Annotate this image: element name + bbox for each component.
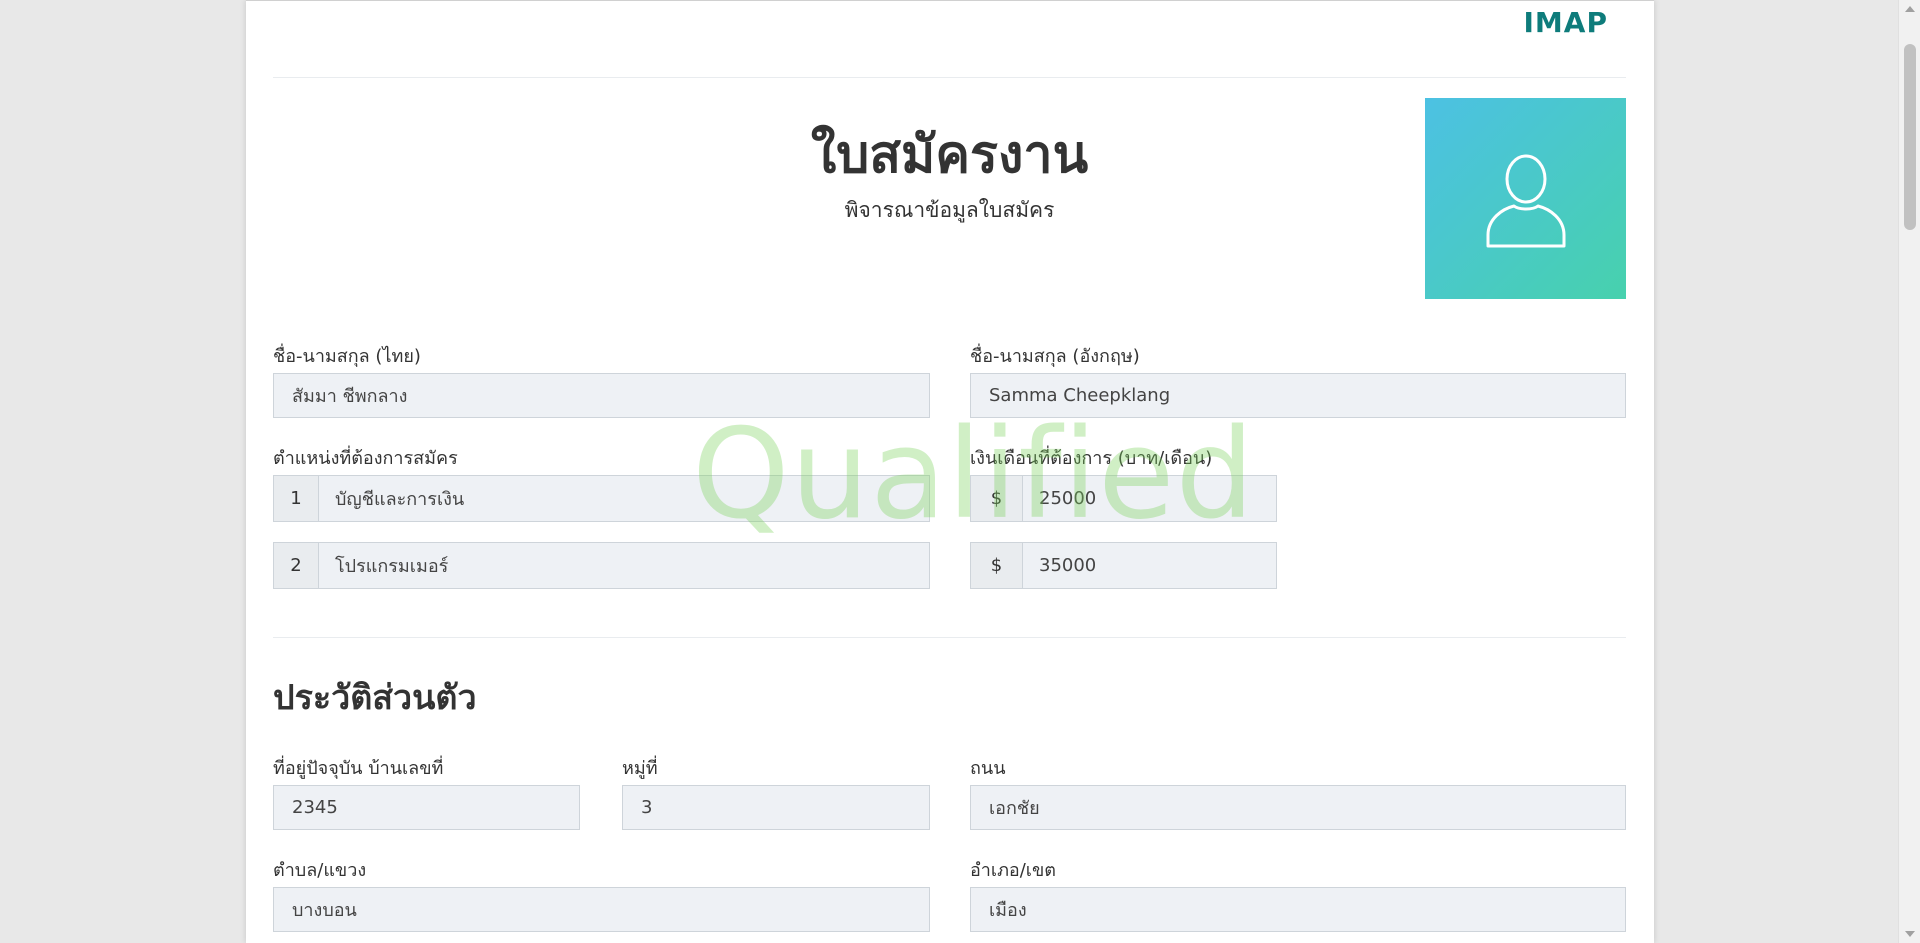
vertical-scrollbar[interactable] bbox=[1898, 0, 1920, 943]
name-th-field[interactable]: สัมมา ชีพกลาง bbox=[273, 373, 930, 418]
user-silhouette-icon bbox=[1486, 154, 1565, 247]
subdistrict-label: ตำบล/แขวง bbox=[273, 860, 367, 881]
road-label: ถนน bbox=[970, 758, 1006, 779]
currency-addon: $ bbox=[970, 542, 1023, 589]
applicant-photo[interactable] bbox=[1425, 98, 1626, 299]
house-no-label: ที่อยู่ปัจจุบัน บ้านเลขที่ bbox=[273, 758, 444, 779]
salary-field[interactable]: 25000 bbox=[1023, 475, 1277, 522]
position-index: 2 bbox=[273, 542, 319, 589]
salary-row: $ 35000 bbox=[970, 542, 1277, 589]
salary-row: $ 25000 bbox=[970, 475, 1277, 522]
position-row: 1 บัญชีและการเงิน bbox=[273, 475, 930, 522]
name-th-label: ชื่อ-นามสกุล (ไทย) bbox=[273, 346, 421, 367]
house-no-field[interactable]: 2345 bbox=[273, 785, 580, 830]
page-subtitle: พิจารณาข้อมูลใบสมัคร bbox=[844, 198, 1055, 222]
scroll-thumb[interactable] bbox=[1904, 44, 1916, 230]
currency-addon: $ bbox=[970, 475, 1023, 522]
position-row: 2 โปรแกรมเมอร์ bbox=[273, 542, 930, 589]
position-index: 1 bbox=[273, 475, 319, 522]
page-title: ใบสมัครงาน bbox=[810, 125, 1089, 185]
application-page: IMAP ใบสมัครงาน พิจารณาข้อมูลใบสมัคร ชื่… bbox=[246, 0, 1654, 943]
brand-logo[interactable]: IMAP bbox=[1524, 6, 1608, 39]
section-title-personal: ประวัติส่วนตัว bbox=[273, 678, 477, 718]
scroll-up-icon[interactable] bbox=[1905, 6, 1915, 12]
position-field[interactable]: บัญชีและการเงิน bbox=[319, 475, 930, 522]
name-en-label: ชื่อ-นามสกุล (อังกฤษ) bbox=[970, 346, 1140, 367]
moo-field[interactable]: 3 bbox=[622, 785, 930, 830]
top-border bbox=[246, 0, 1654, 1]
name-en-field[interactable]: Samma Cheepklang bbox=[970, 373, 1626, 418]
header-divider bbox=[273, 77, 1626, 78]
section-divider bbox=[273, 637, 1626, 638]
salary-label: เงินเดือนที่ต้องการ (บาท/เดือน) bbox=[970, 448, 1213, 469]
moo-label: หมู่ที่ bbox=[622, 758, 658, 779]
salary-field[interactable]: 35000 bbox=[1023, 542, 1277, 589]
scroll-down-icon[interactable] bbox=[1905, 931, 1915, 937]
subdistrict-field[interactable]: บางบอน bbox=[273, 887, 930, 932]
positions-label: ตำแหน่งที่ต้องการสมัคร bbox=[273, 448, 458, 469]
district-field[interactable]: เมือง bbox=[970, 887, 1626, 932]
district-label: อำเภอ/เขต bbox=[970, 860, 1056, 881]
road-field[interactable]: เอกชัย bbox=[970, 785, 1626, 830]
position-field[interactable]: โปรแกรมเมอร์ bbox=[319, 542, 930, 589]
